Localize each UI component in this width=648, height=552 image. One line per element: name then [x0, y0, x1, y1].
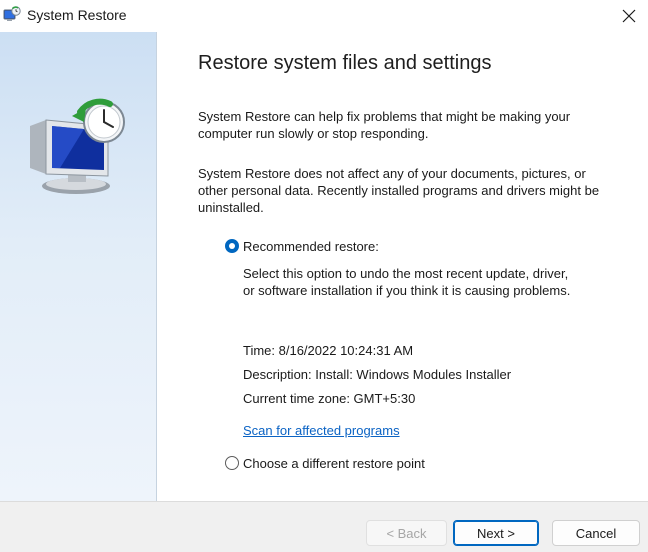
restore-timezone: Current time zone: GMT+5:30 [243, 391, 416, 406]
recommended-restore-label[interactable]: Recommended restore: [243, 238, 379, 255]
restore-description: Description: Install: Windows Modules In… [243, 367, 512, 382]
recommended-restore-description: Select this option to undo the most rece… [243, 266, 571, 298]
window-title: System Restore [27, 7, 127, 23]
info-paragraph: System Restore does not affect any of yo… [198, 166, 600, 215]
restore-time: Time: 8/16/2022 10:24:31 AM [243, 343, 414, 358]
scan-affected-programs-link[interactable]: Scan for affected programs [243, 422, 400, 439]
close-icon [622, 9, 636, 23]
different-restore-point-label[interactable]: Choose a different restore point [243, 455, 425, 472]
footer-bar [0, 501, 648, 552]
page-title: Restore system files and settings [198, 52, 492, 74]
system-restore-app-icon [3, 6, 21, 24]
cancel-button[interactable]: Cancel [552, 520, 640, 546]
different-restore-point-radio[interactable] [225, 456, 239, 470]
next-button[interactable]: Next > [453, 520, 539, 546]
system-restore-computer-clock-icon [24, 98, 128, 198]
intro-paragraph: System Restore can help fix problems tha… [198, 109, 571, 141]
title-bar: System Restore [0, 0, 648, 32]
back-button[interactable]: < Back [366, 520, 447, 546]
recommended-restore-radio[interactable] [225, 239, 239, 253]
side-panel [0, 32, 157, 501]
close-button[interactable] [610, 0, 648, 32]
